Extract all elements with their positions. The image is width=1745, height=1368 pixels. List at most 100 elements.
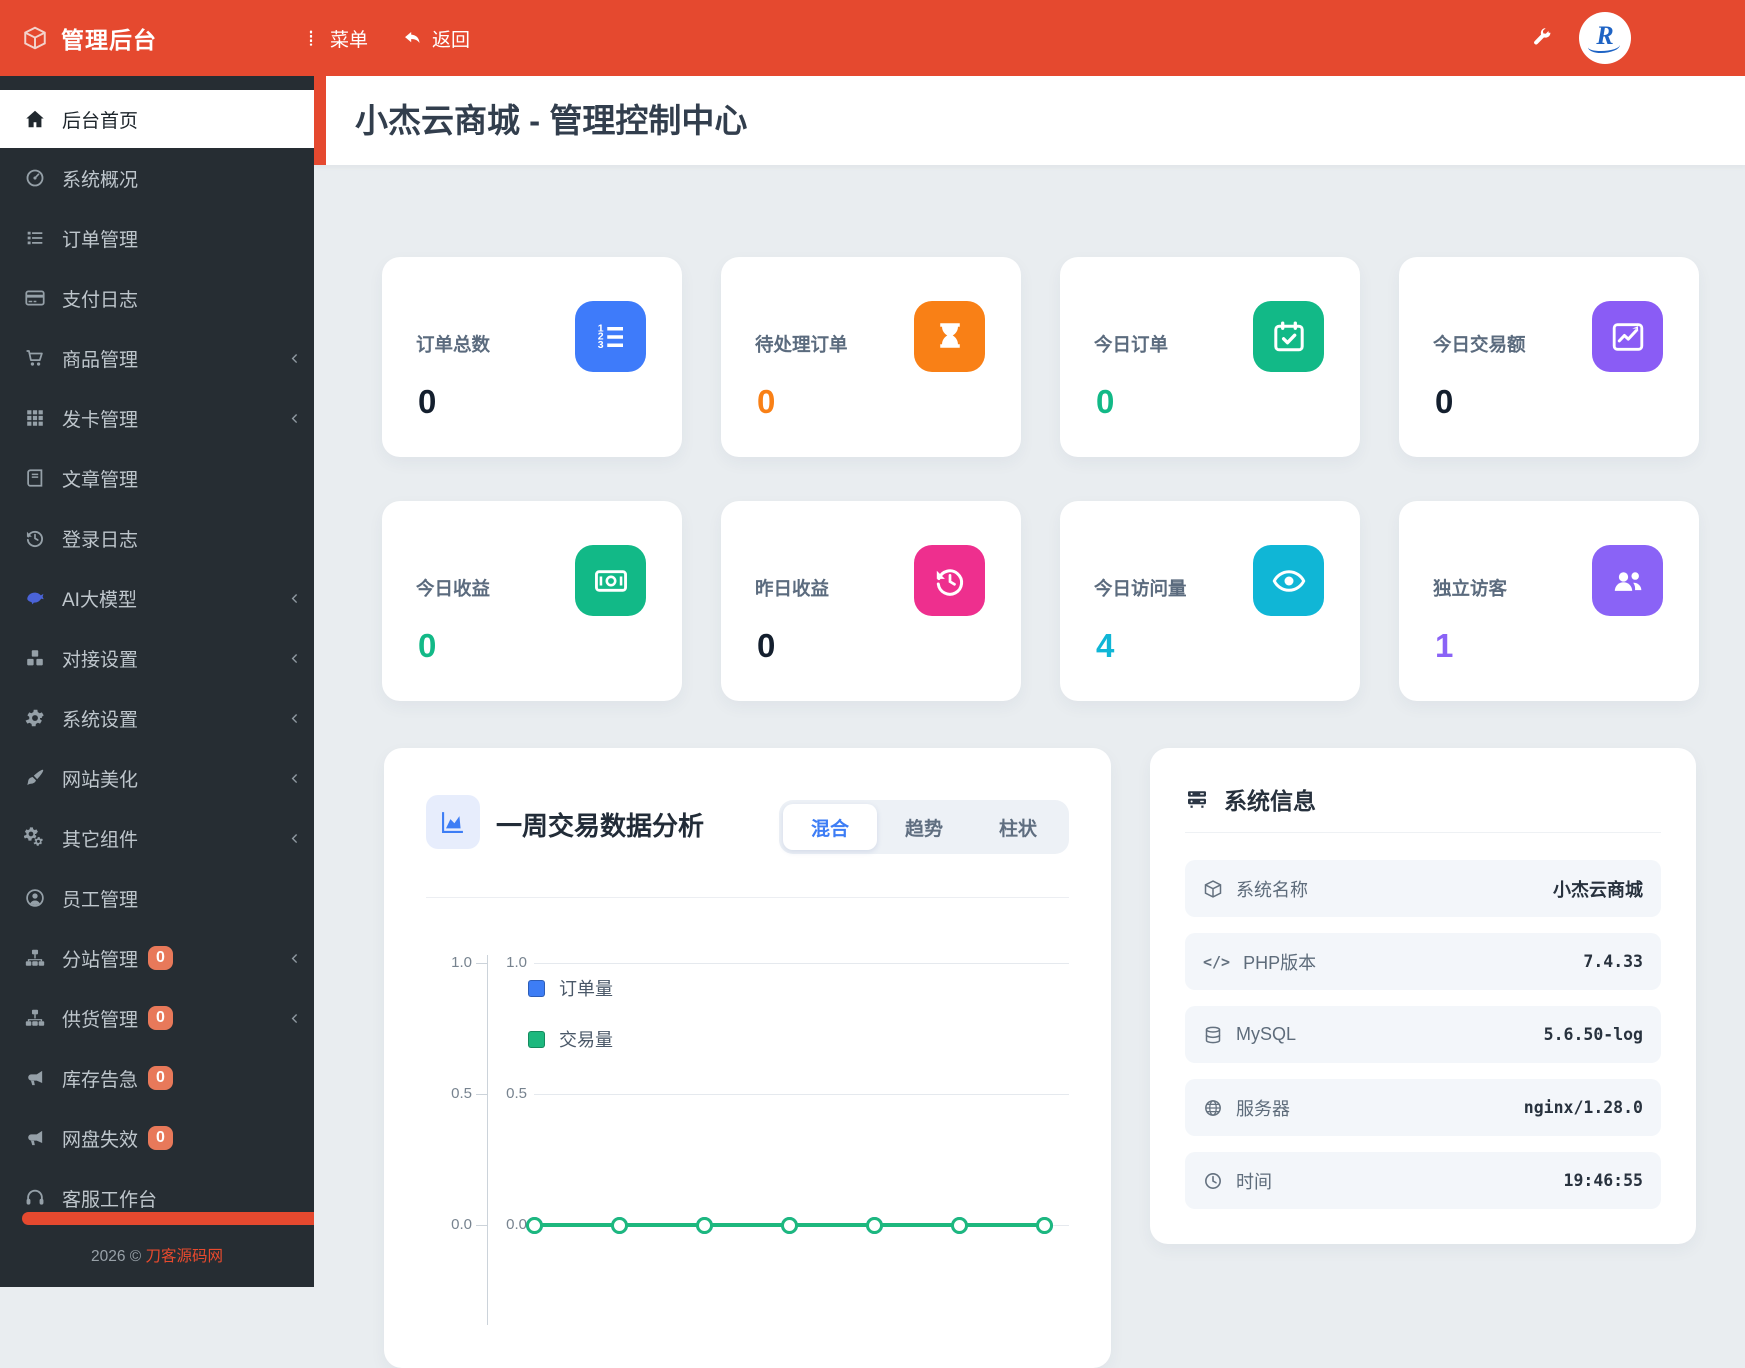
stat-card-7: 独立访客 1 <box>1399 501 1699 701</box>
sidebar-item-11[interactable]: 网站美化 <box>0 748 314 808</box>
stat-card-value: 0 <box>418 383 437 420</box>
count-badge: 0 <box>148 946 173 970</box>
data-point-marker[interactable] <box>525 1216 543 1234</box>
history-icon <box>936 568 963 596</box>
sidebar-item-5[interactable]: 发卡管理 <box>0 388 314 448</box>
stat-card-2: 今日订单 0 <box>1060 257 1360 457</box>
sidebar-scrollbar[interactable] <box>22 1212 314 1225</box>
sidebar-item-6[interactable]: 文章管理 <box>0 448 314 508</box>
book-icon <box>27 469 43 487</box>
cubes-icon <box>27 650 43 666</box>
stat-card-label: 今日收益 <box>416 578 491 599</box>
sidebar-item-17[interactable]: 网盘失效 0 <box>0 1108 314 1168</box>
info-row-value: 7.4.33 <box>1583 952 1643 971</box>
bullhorn-icon <box>28 1070 43 1086</box>
chart-header-divider <box>426 897 1069 898</box>
gauge-icon <box>26 169 44 187</box>
stat-card-icon-box <box>1253 301 1324 372</box>
chart-tab-2[interactable]: 柱状 <box>971 804 1065 850</box>
wrench-icon[interactable] <box>1531 27 1553 49</box>
stat-card-icon-box <box>575 545 646 616</box>
legend-item-1[interactable]: 交易量 <box>528 1026 613 1052</box>
info-row-value: 19:46:55 <box>1563 1171 1643 1190</box>
sidebar-item-14[interactable]: 分站管理 0 <box>0 928 314 988</box>
chart-area-icon <box>442 812 463 833</box>
wrench-icon[interactable] <box>1531 27 1553 49</box>
chart-tab-0[interactable]: 混合 <box>783 804 877 850</box>
stat-card-value: 0 <box>757 627 776 664</box>
stat-card-label: 今日交易额 <box>1433 334 1526 355</box>
count-badge: 0 <box>148 1006 173 1030</box>
sidebar-item-3[interactable]: 支付日志 <box>0 268 314 328</box>
data-point-marker[interactable] <box>950 1216 968 1234</box>
sidebar-menu: 后台首页系统概况订单管理支付日志商品管理 发卡管理文章管理登录日志 AI大模型 对接设… <box>0 76 314 1228</box>
headset-icon <box>26 1189 44 1205</box>
stat-cards-grid: 订单总数 1 2 3 0 待处理订单 0 今日订单 0 今日交易额 0 今日收益 0 昨日收益 0 今日访问量… <box>382 257 1699 701</box>
info-row-label: 时间 <box>1236 1171 1272 1192</box>
list-ol-icon: 123 <box>597 322 623 350</box>
sidebar-item-12[interactable]: 其它组件 <box>0 808 314 868</box>
avatar[interactable]: R <box>1579 12 1631 64</box>
chevron-left-icon <box>291 713 298 723</box>
sidebar-item-1[interactable]: 系统概况 <box>0 148 314 208</box>
chevron-left-icon <box>291 653 298 663</box>
chevron-left-icon <box>291 413 298 423</box>
avatar-logo-swoosh <box>1588 39 1620 53</box>
sidebar-item-label: 网站美化 <box>62 769 139 791</box>
chart-area-icon <box>426 795 480 849</box>
chart-line-icon <box>1612 322 1643 351</box>
sidebar-item-7[interactable]: 登录日志 <box>0 508 314 568</box>
sidebar-item-label: 文章管理 <box>62 469 139 491</box>
data-point-marker[interactable] <box>610 1216 628 1234</box>
sidebar-item-2[interactable]: 订单管理 <box>0 208 314 268</box>
top-navbar: 管理后台 菜单 返回 R <box>0 0 1745 76</box>
stat-card-label: 今日访问量 <box>1094 578 1187 599</box>
sidebar-item-label: 系统概况 <box>62 169 139 191</box>
stat-card-icon-box <box>1253 545 1324 616</box>
sidebar-item-label: 支付日志 <box>62 289 139 311</box>
gridline <box>534 1094 1069 1095</box>
data-point-marker[interactable] <box>780 1216 798 1234</box>
info-row-label: MySQL <box>1236 1024 1297 1044</box>
bullhorn-icon <box>28 1130 43 1146</box>
sidebar-item-10[interactable]: 系统设置 <box>0 688 314 748</box>
info-row-value: 小杰云商城 <box>1553 879 1643 900</box>
stat-card-1: 待处理订单 0 <box>721 257 1021 457</box>
info-row-2: MySQL 5.6.50-log <box>1185 1006 1661 1063</box>
footer-link[interactable]: 刀客源码网 <box>146 1248 224 1265</box>
sidebar-item-4[interactable]: 商品管理 <box>0 328 314 388</box>
stat-card-5: 昨日收益 0 <box>721 501 1021 701</box>
chart-tab-1[interactable]: 趋势 <box>877 804 971 850</box>
cube-icon <box>24 26 46 50</box>
sidebar-item-9[interactable]: 对接设置 <box>0 628 314 688</box>
legend-swatch <box>528 1030 545 1048</box>
sidebar: 后台首页系统概况订单管理支付日志商品管理 发卡管理文章管理登录日志 AI大模型 对接设… <box>0 76 314 1287</box>
menu-button[interactable]: 菜单 <box>301 25 368 52</box>
chart-tabs: 混合 趋势 柱状 <box>779 800 1069 854</box>
calendar-check-icon <box>1273 321 1304 351</box>
data-point-marker[interactable] <box>695 1216 713 1234</box>
sidebar-item-label: 客服工作台 <box>62 1189 158 1211</box>
hourglass-icon <box>939 322 960 348</box>
sidebar-item-label: 订单管理 <box>62 229 139 251</box>
back-button[interactable]: 返回 <box>402 25 470 52</box>
clock-icon <box>1205 1172 1221 1189</box>
money-bill-icon <box>594 569 627 592</box>
stat-card-icon-box <box>1592 545 1663 616</box>
legend-item-0[interactable]: 订单量 <box>528 975 613 1001</box>
cube-logo-icon <box>22 25 48 51</box>
data-point-marker[interactable] <box>865 1216 883 1234</box>
sidebar-item-0[interactable]: 后台首页 <box>0 90 314 148</box>
sidebar-item-16[interactable]: 库存告急 0 <box>0 1048 314 1108</box>
sitemap-icon <box>25 949 45 966</box>
data-point-marker[interactable] <box>1035 1216 1053 1234</box>
stat-card-icon-box <box>914 301 985 372</box>
sidebar-item-15[interactable]: 供货管理 0 <box>0 988 314 1048</box>
server-icon <box>1185 787 1209 811</box>
sidebar-item-label: 网盘失效 <box>62 1129 139 1151</box>
stat-card-icon-box <box>914 545 985 616</box>
sidebar-item-8[interactable]: AI大模型 <box>0 568 314 628</box>
menu-dots-icon <box>309 30 313 46</box>
sidebar-item-13[interactable]: 员工管理 <box>0 868 314 928</box>
info-row-1: </> PHP版本 7.4.33 <box>1185 933 1661 990</box>
